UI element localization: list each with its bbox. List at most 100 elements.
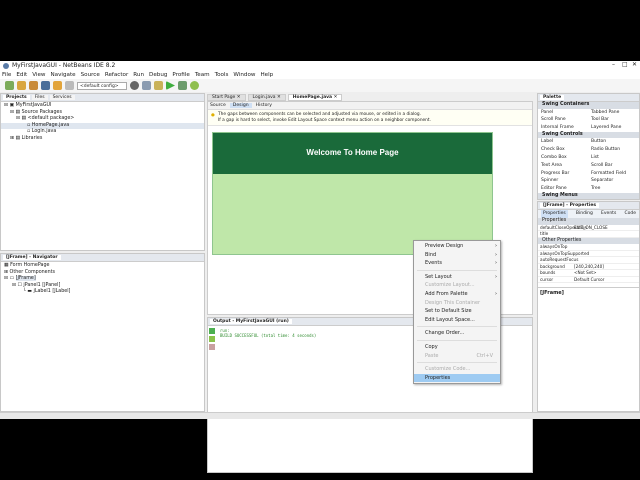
jframe-preview[interactable]: Welcome To Home Page xyxy=(212,132,493,255)
tab-binding[interactable]: Binding xyxy=(576,210,593,218)
context-item-copy[interactable]: Copy xyxy=(414,343,500,352)
hammer-icon[interactable] xyxy=(154,81,163,90)
palette-section-swing-menus[interactable]: Swing Menus xyxy=(538,192,639,199)
tab-services[interactable]: Services xyxy=(49,95,75,100)
context-item-design-this-container[interactable]: Design This Container xyxy=(414,299,500,308)
palette-item[interactable]: Combo Box xyxy=(538,154,588,162)
property-value[interactable]: Default Cursor xyxy=(574,277,604,283)
tab-start-page[interactable]: Start Page ✕ xyxy=(207,94,246,101)
menu-source[interactable]: Source xyxy=(81,72,100,78)
context-item-events[interactable]: Events › xyxy=(414,259,500,268)
palette-item[interactable]: Separator xyxy=(588,177,636,185)
menu-team[interactable]: Team xyxy=(195,72,210,78)
menu-navigate[interactable]: Navigate xyxy=(51,72,76,78)
palette-item[interactable]: Te xyxy=(636,177,639,185)
palette-item[interactable]: Progress Bar xyxy=(538,170,588,178)
context-item-properties[interactable]: Properties xyxy=(414,373,500,383)
tab-properties[interactable]: Properties xyxy=(541,210,568,218)
context-item-customize-layout[interactable]: Customize Layout... xyxy=(414,281,500,290)
redo-icon[interactable] xyxy=(65,81,74,90)
history-view-button[interactable]: History xyxy=(256,103,272,108)
tab-files[interactable]: Files xyxy=(31,95,48,100)
palette-item[interactable]: Pa xyxy=(636,170,639,178)
palette-item[interactable]: Button xyxy=(588,138,636,146)
context-item-customize-code[interactable]: Customize Code... xyxy=(414,365,500,374)
tab-palette[interactable]: Palette xyxy=(540,95,565,100)
nav-jlabel[interactable]: └ ▬ jLabel1 [JLabel] xyxy=(1,289,204,296)
palette-item[interactable]: Scroll Pane xyxy=(538,116,588,124)
palette-item[interactable]: Ta xyxy=(636,185,639,193)
tab-events[interactable]: Events xyxy=(601,210,616,218)
menu-help[interactable]: Help xyxy=(260,72,273,78)
rerun-icon[interactable] xyxy=(209,328,215,334)
tab-login-java[interactable]: Login.java ✕ xyxy=(247,94,286,101)
tab-properties-window[interactable]: [JFrame] - Properties xyxy=(540,203,600,208)
menu-debug[interactable]: Debug xyxy=(149,72,167,78)
property-value[interactable]: EXIT_ON_CLOSE xyxy=(574,225,608,231)
context-item-add-from-palette[interactable]: Add From Palette › xyxy=(414,290,500,299)
config-select[interactable]: <default config> xyxy=(77,81,127,90)
jpanel-header[interactable]: Welcome To Home Page xyxy=(213,133,492,174)
source-view-button[interactable]: Source xyxy=(210,103,226,108)
tab-homepage-java[interactable]: HomePage.java ✕ xyxy=(287,94,343,101)
open-project-icon[interactable] xyxy=(29,81,38,90)
welcome-label[interactable]: Welcome To Home Page xyxy=(306,148,398,157)
palette-item[interactable]: Radio Button xyxy=(588,146,636,154)
new-project-icon[interactable] xyxy=(17,81,26,90)
tab-projects[interactable]: Projects xyxy=(3,95,30,100)
tab-output[interactable]: Output - MyFirstJavaGUI (run) xyxy=(210,319,292,324)
debug-icon[interactable] xyxy=(178,81,187,90)
palette-item[interactable]: De xyxy=(636,116,639,124)
context-item-change-order[interactable]: Change Order... xyxy=(414,329,500,338)
palette-item[interactable]: To xyxy=(636,138,639,146)
property-value[interactable]: [240,240,240] xyxy=(574,264,604,270)
tab-navigator[interactable]: [JFrame] - Navigator xyxy=(3,255,61,260)
palette-item[interactable]: Tree xyxy=(588,185,636,193)
stop-icon[interactable] xyxy=(209,344,215,350)
menu-edit[interactable]: Edit xyxy=(16,72,27,78)
palette-item[interactable]: Internal Frame xyxy=(538,124,588,132)
palette-item[interactable]: Sl xyxy=(636,162,639,170)
close-button[interactable]: ✕ xyxy=(632,61,637,68)
palette-item[interactable]: Editor Pane xyxy=(538,185,588,193)
palette-item[interactable]: Text Area xyxy=(538,162,588,170)
undo-icon[interactable] xyxy=(53,81,62,90)
profile-icon[interactable] xyxy=(190,81,199,90)
context-item-set-layout[interactable]: Set Layout › xyxy=(414,273,500,282)
save-all-icon[interactable] xyxy=(41,81,50,90)
palette-item[interactable]: Tabbed Pane xyxy=(588,109,636,117)
maximize-button[interactable]: □ xyxy=(622,61,628,68)
menu-run[interactable]: Run xyxy=(133,72,144,78)
new-file-icon[interactable] xyxy=(5,81,14,90)
context-item-preview-design[interactable]: Preview Design › xyxy=(414,242,500,251)
menu-view[interactable]: View xyxy=(32,72,45,78)
menu-file[interactable]: File xyxy=(2,72,11,78)
context-item-bind[interactable]: Bind › xyxy=(414,251,500,260)
palette-item[interactable]: Tool Bar xyxy=(588,116,636,124)
palette-item[interactable]: Bu xyxy=(636,146,639,154)
property-row[interactable]: cursor Default Cursor xyxy=(538,277,639,283)
palette-item[interactable]: Sp xyxy=(636,109,639,117)
design-view-button[interactable]: Design xyxy=(229,103,252,108)
menu-window[interactable]: Window xyxy=(233,72,255,78)
palette-item[interactable]: Spinner xyxy=(538,177,588,185)
palette-item[interactable]: Panel xyxy=(538,109,588,117)
palette-item[interactable]: Layered Pane xyxy=(588,124,636,132)
run-icon[interactable] xyxy=(166,81,175,90)
rerun-with-args-icon[interactable] xyxy=(209,336,215,342)
context-item-edit-layout-space[interactable]: Edit Layout Space... xyxy=(414,316,500,325)
context-item-set-to-default-size[interactable]: Set to Default Size xyxy=(414,307,500,316)
minimize-button[interactable]: – xyxy=(612,61,615,68)
clean-build-icon[interactable] xyxy=(142,81,151,90)
menu-refactor[interactable]: Refactor xyxy=(105,72,128,78)
context-item-paste[interactable]: Paste Ctrl+V xyxy=(414,352,500,361)
tab-code[interactable]: Code xyxy=(624,210,636,218)
palette-item[interactable]: Formatted Field xyxy=(588,170,636,178)
build-icon[interactable] xyxy=(130,81,139,90)
palette-item[interactable]: Scroll Bar xyxy=(588,162,636,170)
menu-tools[interactable]: Tools xyxy=(215,72,229,78)
palette-item[interactable]: Check Box xyxy=(538,146,588,154)
tree-libraries[interactable]: ⊞ ▤ Libraries xyxy=(1,136,204,143)
palette-item[interactable] xyxy=(636,124,639,132)
palette-item[interactable]: Te xyxy=(636,154,639,162)
